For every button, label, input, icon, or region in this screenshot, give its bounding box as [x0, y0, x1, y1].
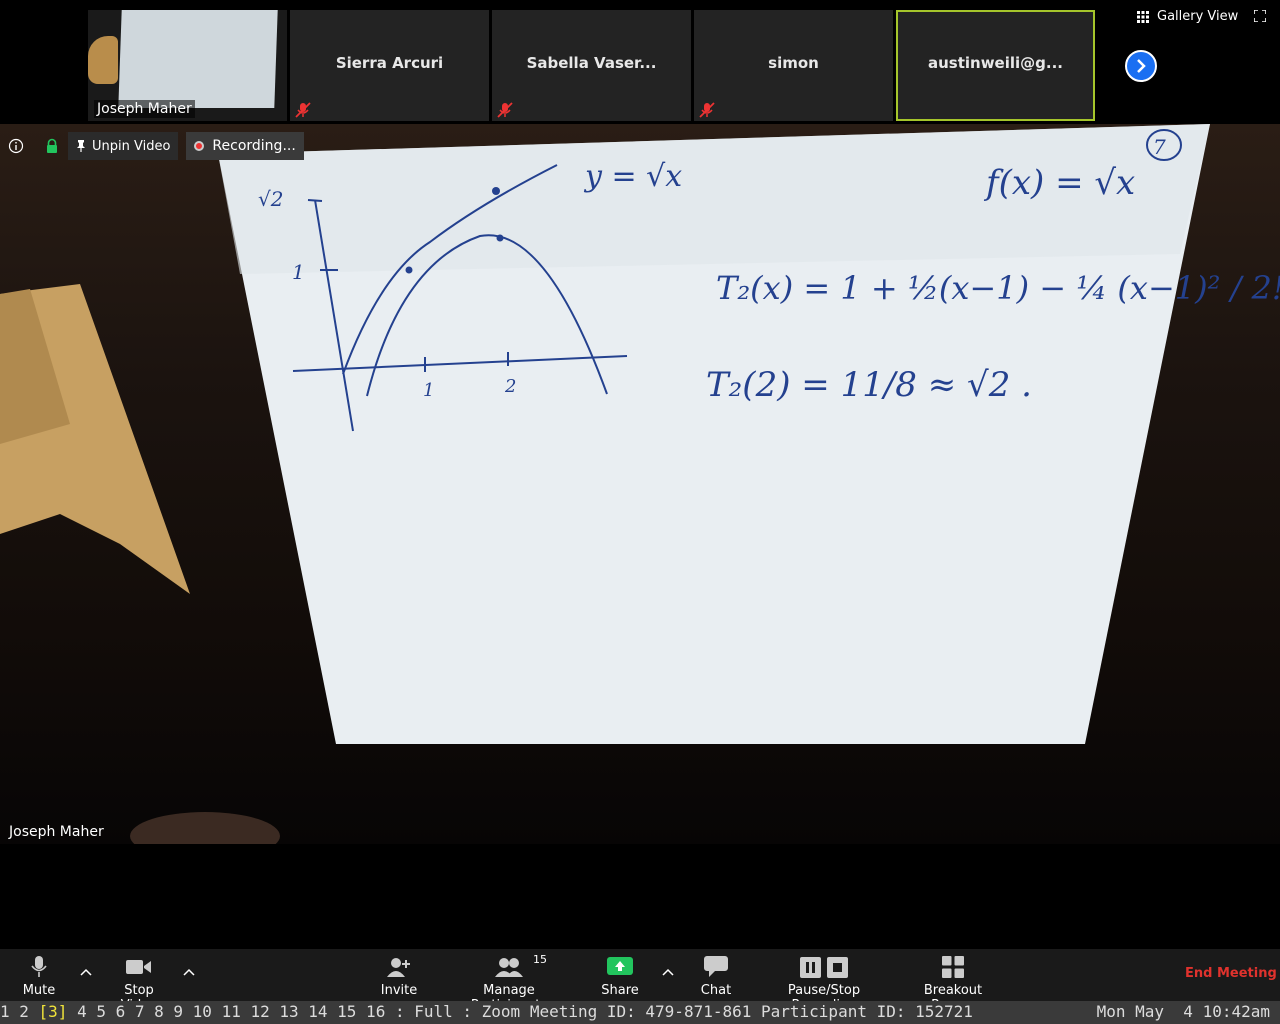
- function-definition: f(x) = √x: [983, 163, 1135, 203]
- video-camera-icon: [126, 960, 151, 974]
- participant-name: Sierra Arcuri: [335, 54, 444, 72]
- invite-button[interactable]: Invite: [380, 955, 418, 998]
- next-page-button[interactable]: [1125, 50, 1157, 82]
- end-meeting-button[interactable]: End Meeting: [1185, 966, 1277, 981]
- muted-mic-icon: [295, 102, 311, 118]
- share-label: Share: [601, 983, 639, 998]
- gallery-view-button[interactable]: Gallery View: [1137, 9, 1238, 24]
- active-speaker-name: Joseph Maher: [9, 824, 104, 840]
- video-info-bar: Unpin Video Recording...: [8, 132, 304, 160]
- pause-icon: [800, 956, 821, 978]
- invite-label: Invite: [380, 983, 418, 998]
- chat-button[interactable]: Chat: [698, 955, 734, 998]
- y-tick-sqrt2: √2: [258, 187, 283, 211]
- thumbnail-arm: [88, 36, 118, 84]
- taylor-polynomial: T₂(x) = 1 + ½(x−1) − ¼ (x−1)² / 2!: [716, 269, 1280, 307]
- participant-tile-joseph-maher[interactable]: Joseph Maher: [88, 10, 287, 121]
- x-tick-two: 2: [504, 376, 516, 397]
- workspaces-after: 4 5 6 7 8 9 10 11 12 13 14 15 16 : Full …: [67, 1002, 973, 1021]
- share-options-caret-icon[interactable]: [662, 967, 674, 979]
- system-status-bar: 1 2 [3] 4 5 6 7 8 9 10 11 12 13 14 15 16…: [0, 1001, 1280, 1024]
- share-button[interactable]: Share: [600, 955, 640, 998]
- video-options-caret-icon[interactable]: [183, 967, 195, 979]
- audio-options-caret-icon[interactable]: [80, 967, 92, 979]
- participant-name: Joseph Maher: [94, 100, 195, 118]
- chat-label: Chat: [700, 983, 732, 998]
- chat-bubble-icon: [704, 956, 728, 977]
- unpin-video-button[interactable]: Unpin Video: [68, 132, 179, 160]
- stop-icon: [827, 956, 848, 978]
- unpin-video-label: Unpin Video: [92, 138, 171, 154]
- mute-label: Mute: [22, 983, 56, 998]
- add-user-icon: [387, 958, 410, 977]
- recording-indicator[interactable]: Recording...: [186, 132, 304, 160]
- muted-mic-icon: [497, 102, 513, 118]
- share-screen-icon: [607, 957, 633, 975]
- main-video: 7 f(x) = √x y = √x √2 1 1 2 T₂(x) = 1 + …: [0, 124, 1280, 844]
- gallery-strip: Joseph Maher Sierra Arcuri Sabella Vaser…: [0, 0, 1280, 124]
- info-icon[interactable]: [8, 138, 24, 154]
- datetime: Mon May 4 10:42am: [1096, 1002, 1270, 1021]
- grid-icon: [1137, 10, 1149, 23]
- participant-tile-simon[interactable]: simon: [694, 10, 893, 121]
- mute-button[interactable]: Mute: [18, 955, 60, 998]
- muted-mic-icon: [699, 102, 715, 118]
- breakout-rooms-icon: [942, 956, 964, 978]
- record-dot-icon: [194, 141, 205, 151]
- participant-count-badge: 15: [533, 953, 547, 966]
- microphone-icon: [31, 956, 47, 977]
- x-tick-one: 1: [423, 380, 434, 401]
- participant-name: simon: [768, 54, 819, 72]
- lock-icon[interactable]: [44, 138, 60, 154]
- participant-tile-sabella[interactable]: Sabella Vaser...: [492, 10, 691, 121]
- pin-icon: [77, 140, 85, 152]
- whiteboard-video: 7 f(x) = √x y = √x √2 1 1 2 T₂(x) = 1 + …: [0, 124, 1280, 844]
- taylor-approximation: T₂(2) = 11/8 ≈ √2 .: [706, 365, 1032, 405]
- participant-tile-austinweili[interactable]: austinweili@g...: [896, 10, 1095, 121]
- circle-number: 7: [1153, 135, 1166, 159]
- recording-label: Recording...: [212, 138, 296, 154]
- workspaces-before[interactable]: 1 2: [0, 1002, 39, 1021]
- participant-tile-sierra-arcuri[interactable]: Sierra Arcuri: [290, 10, 489, 121]
- participants-icon: [495, 958, 523, 977]
- fullscreen-icon[interactable]: [1254, 10, 1266, 22]
- meeting-toolbar: Mute Stop Video Invite Manage Participan…: [0, 949, 1280, 1013]
- current-workspace[interactable]: [3]: [39, 1002, 68, 1021]
- y-tick-one: 1: [292, 260, 305, 284]
- participant-name: austinweili@g...: [927, 54, 1063, 72]
- hand-shape: [130, 812, 280, 844]
- graph-label: y = √x: [583, 159, 682, 194]
- thumbnail-whiteboard: [118, 10, 278, 108]
- participant-name: Sabella Vaser...: [526, 54, 657, 72]
- gallery-view-label: Gallery View: [1157, 9, 1239, 24]
- chevron-right-icon: [1137, 59, 1146, 73]
